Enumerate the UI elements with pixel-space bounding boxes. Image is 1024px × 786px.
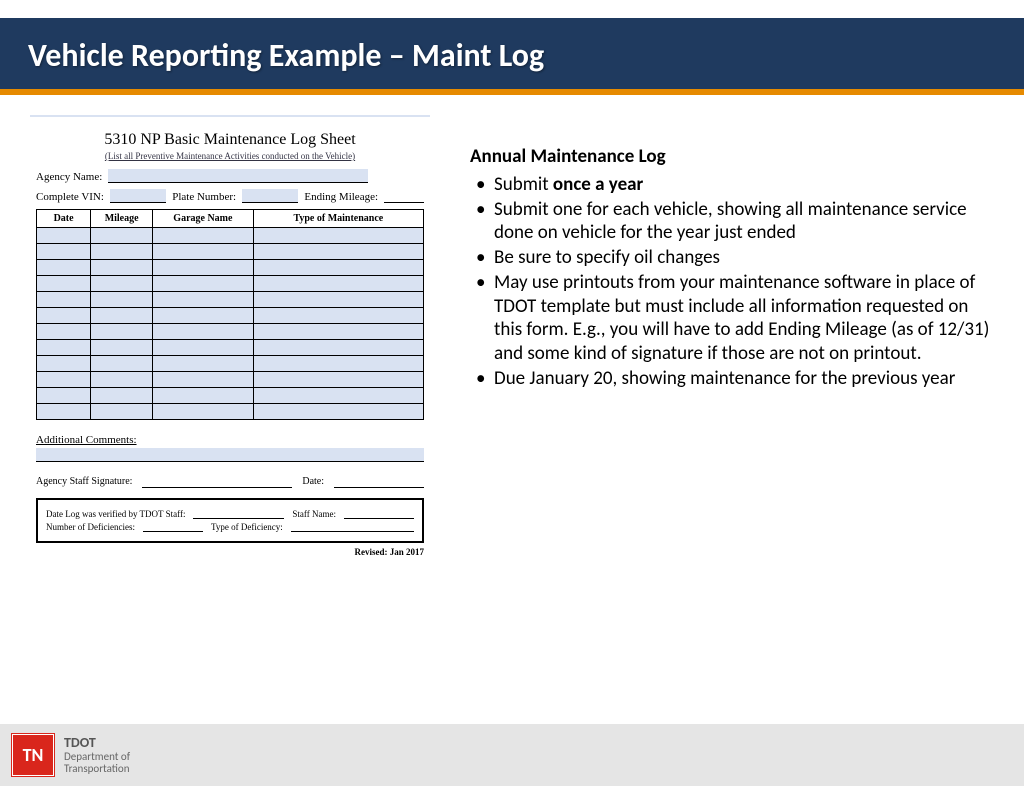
- agency-field: [108, 169, 368, 183]
- table-row: [37, 340, 424, 356]
- signature-label: Agency Staff Signature:: [36, 476, 132, 488]
- agency-label: Agency Name:: [36, 171, 102, 183]
- form-subtitle: (List all Preventive Maintenance Activit…: [36, 151, 424, 161]
- vin-label: Complete VIN:: [36, 191, 104, 203]
- content-heading: Annual Maintenance Log: [470, 145, 994, 169]
- revision-date: Revised: Jan 2017: [36, 547, 424, 557]
- table-row: [37, 356, 424, 372]
- verification-box: Date Log was verified by TDOT Staff: Sta…: [36, 498, 424, 543]
- footer: TN TDOT Department of Transportation: [0, 724, 1024, 786]
- deficiency-type-label: Type of Deficiency:: [211, 522, 283, 532]
- col-garage: Garage Name: [153, 210, 254, 228]
- col-mileage: Mileage: [91, 210, 153, 228]
- tdot-label: TDOT: [64, 735, 130, 750]
- list-item: Submit once a year: [474, 173, 994, 197]
- table-row: [37, 404, 424, 420]
- list-item: May use printouts from your maintenance …: [474, 271, 994, 366]
- content-area: 5310 NP Basic Maintenance Log Sheet (Lis…: [0, 95, 1024, 567]
- page-title: Vehicle Reporting Example – Maint Log: [28, 36, 996, 75]
- table-row: [37, 228, 424, 244]
- slide-header: Vehicle Reporting Example – Maint Log: [0, 18, 1024, 95]
- deficiency-count-label: Number of Deficiencies:: [46, 522, 135, 532]
- table-row: [37, 324, 424, 340]
- col-date: Date: [37, 210, 91, 228]
- plate-label: Plate Number:: [172, 191, 236, 203]
- table-row: [37, 276, 424, 292]
- table-row: [37, 372, 424, 388]
- verify-date-label: Date Log was verified by TDOT Staff:: [46, 509, 185, 519]
- list-item: Submit one for each vehicle, showing all…: [474, 198, 994, 246]
- table-row: [37, 260, 424, 276]
- date-field: [334, 476, 424, 488]
- signature-field: [142, 476, 292, 488]
- form-title: 5310 NP Basic Maintenance Log Sheet: [36, 131, 424, 149]
- maintenance-table: Date Mileage Garage Name Type of Mainten…: [36, 209, 424, 420]
- list-item: Be sure to specify oil changes: [474, 246, 994, 270]
- mileage-label: Ending Mileage:: [304, 191, 378, 203]
- form-preview: 5310 NP Basic Maintenance Log Sheet (Lis…: [30, 115, 430, 567]
- col-type: Type of Maintenance: [253, 210, 423, 228]
- table-row: [37, 388, 424, 404]
- date-label: Date:: [302, 476, 324, 488]
- table-row: [37, 292, 424, 308]
- additional-field: [36, 448, 424, 462]
- table-row: [37, 244, 424, 260]
- bullet-content: Annual Maintenance Log Submit once a yea…: [470, 115, 994, 567]
- additional-label: Additional Comments:: [36, 434, 424, 446]
- list-item: Due January 20, showing maintenance for …: [474, 367, 994, 391]
- vin-field: [110, 189, 166, 203]
- table-row: [37, 308, 424, 324]
- plate-field: [242, 189, 298, 203]
- tn-logo: TN: [12, 734, 54, 776]
- department-label: TDOT Department of Transportation: [64, 735, 130, 775]
- mileage-field: [384, 189, 424, 203]
- verify-staff-label: Staff Name:: [292, 509, 336, 519]
